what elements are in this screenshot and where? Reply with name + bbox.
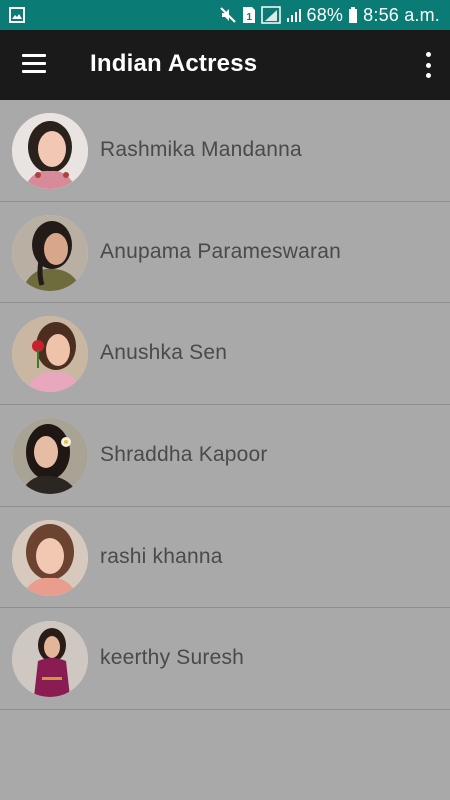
avatar	[12, 316, 88, 393]
mute-icon	[219, 6, 237, 24]
avatar	[12, 113, 88, 189]
signal-icon	[286, 7, 302, 23]
actress-name: Anupama Parameswaran	[100, 239, 341, 263]
svg-text:1: 1	[246, 12, 252, 23]
avatar	[12, 418, 88, 495]
signal-icon	[260, 6, 281, 24]
avatar	[12, 621, 88, 698]
image-icon	[9, 7, 25, 23]
list-item[interactable]: keerthy Suresh	[0, 608, 450, 711]
actress-name: rashi khanna	[100, 544, 223, 568]
actress-name: Rashmika Mandanna	[100, 138, 302, 161]
list-item[interactable]: Rashmika Mandanna	[0, 100, 450, 202]
actress-list: Rashmika Mandanna Anupama Parameswaran A…	[0, 100, 450, 711]
more-vert-icon[interactable]	[422, 52, 434, 78]
battery-icon	[348, 6, 358, 24]
list-item[interactable]: Shraddha Kapoor	[0, 405, 450, 507]
battery-percent: 68%	[306, 4, 344, 25]
list-item[interactable]: rashi khanna	[0, 507, 450, 609]
hamburger-menu-icon[interactable]	[22, 54, 48, 76]
app-bar: Indian Actress	[0, 30, 450, 100]
list-item[interactable]: Anushka Sen	[0, 303, 450, 406]
actress-name: Anushka Sen	[100, 341, 228, 365]
list-item[interactable]: Anupama Parameswaran	[0, 202, 450, 304]
avatar	[12, 214, 88, 291]
avatar	[12, 519, 88, 596]
status-bar: 1 68% 8:56 a.m.	[0, 0, 450, 30]
actress-name: keerthy Suresh	[100, 646, 245, 670]
actress-name: Shraddha Kapoor	[100, 443, 268, 467]
page-title: Indian Actress	[90, 50, 258, 77]
sim-icon: 1	[242, 6, 256, 24]
clock-time: 8:56 a.m.	[363, 4, 440, 25]
